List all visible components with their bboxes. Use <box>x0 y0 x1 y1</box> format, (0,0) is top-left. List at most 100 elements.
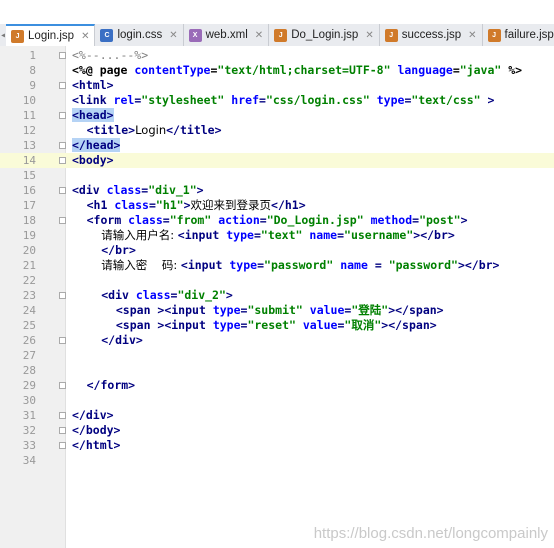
tab-login-css[interactable]: Clogin.css ✕ <box>95 24 184 46</box>
code-token: = <box>259 213 267 227</box>
code-token: = <box>452 63 460 77</box>
code-line-10[interactable]: 10 <link rel="stylesheet" href="css/login… <box>0 93 554 108</box>
code-token: <input <box>180 258 230 272</box>
code-line-34[interactable]: 34 <box>0 453 554 468</box>
line-number: 22 <box>22 274 36 287</box>
line-number: 27 <box>22 349 36 362</box>
code-token: "Do_Login.jsp" <box>266 213 364 227</box>
fold-marker-icon[interactable] <box>58 408 66 423</box>
fold-marker-icon[interactable] <box>58 423 66 438</box>
code-line-30[interactable]: 30 <box>0 393 554 408</box>
fold-marker-icon[interactable] <box>58 78 66 93</box>
code-text: <span ><input type="submit" value="登陆"><… <box>72 303 444 318</box>
tab-success-jsp[interactable]: Jsuccess.jsp ✕ <box>379 24 483 46</box>
code-line-22[interactable]: 22 <box>0 273 554 288</box>
code-line-8[interactable]: 8 <%@ page contentType = "text/html;charset… <box>0 63 554 78</box>
code-token: "css/login.css" <box>265 93 370 107</box>
code-line-14[interactable]: 14 <body> <box>0 153 554 168</box>
code-token: "java" <box>459 63 502 77</box>
code-line-16[interactable]: 16 <div class="div_1"> <box>0 183 554 198</box>
code-token: "取消" <box>344 318 382 332</box>
line-number: 9 <box>29 79 36 92</box>
line-number: 10 <box>22 94 36 107</box>
line-number: 25 <box>22 319 36 332</box>
code-token: 请输入用户名: <box>72 228 178 242</box>
code-line-24[interactable]: 24 <span ><input type="submit" value="登陆… <box>0 303 554 318</box>
code-line-13[interactable]: 13 </head> <box>0 138 554 153</box>
code-line-28[interactable]: 28 <box>0 363 554 378</box>
fold-marker-icon[interactable] <box>58 288 66 303</box>
code-line-27[interactable]: 27 <box>0 348 554 363</box>
code-line-31[interactable]: 31 </div> <box>0 408 554 423</box>
code-token: = <box>162 213 170 227</box>
code-token: "submit" <box>247 303 303 317</box>
code-line-32[interactable]: 32 </body> <box>0 423 554 438</box>
fold-marker-icon[interactable] <box>58 183 66 198</box>
code-text: </html> <box>72 438 120 453</box>
code-token: = <box>257 258 265 272</box>
code-line-33[interactable]: 33 </html> <box>0 438 554 453</box>
close-tab-icon[interactable]: ✕ <box>365 30 373 41</box>
code-line-19[interactable]: 19 请输入用户名: <input type="text" name="user… <box>0 228 554 243</box>
code-line-18[interactable]: 18 <form class="from" action="Do_Login.j… <box>0 213 554 228</box>
line-number: 31 <box>22 409 36 422</box>
code-token: </div> <box>72 408 114 422</box>
close-tab-icon[interactable]: ✕ <box>169 30 177 41</box>
fold-marker-icon[interactable] <box>58 48 66 63</box>
fold-marker-icon[interactable] <box>58 333 66 348</box>
line-number: 33 <box>22 439 36 452</box>
fold-marker-icon[interactable] <box>58 438 66 453</box>
code-token: <%@ page <box>72 63 135 77</box>
code-token: <form <box>86 213 129 227</box>
code-line-23[interactable]: 23 <div class="div_2"> <box>0 288 554 303</box>
code-text: <title>Login</title> <box>72 123 222 138</box>
tab-web-xml[interactable]: Xweb.xml ✕ <box>183 24 270 46</box>
code-line-29[interactable]: 29 </form> <box>0 378 554 393</box>
fold-marker-icon[interactable] <box>58 378 66 393</box>
line-number: 1 <box>29 49 36 62</box>
line-number: 18 <box>22 214 36 227</box>
code-line-20[interactable]: 20 </br> <box>0 243 554 258</box>
code-line-25[interactable]: 25 <span ><input type="reset" value="取消"… <box>0 318 554 333</box>
tab-label: Do_Login.jsp <box>291 29 359 41</box>
code-token: ></span> <box>381 318 437 332</box>
code-token: value <box>302 318 338 332</box>
code-line-17[interactable]: 17 <h1 class="h1">欢迎来到登录页</h1> <box>0 198 554 213</box>
line-number: 16 <box>22 184 36 197</box>
tab-failure-jsp[interactable]: Jfailure.jsp✕ <box>482 24 554 46</box>
code-line-11[interactable]: 11 <head> <box>0 108 554 123</box>
code-token: = <box>337 228 345 242</box>
fold-marker-icon[interactable] <box>58 108 66 123</box>
fold-marker-icon[interactable] <box>58 213 66 228</box>
fold-marker-icon[interactable] <box>58 138 66 153</box>
code-text: </br> <box>72 243 136 258</box>
code-line-9[interactable]: 9 <html> <box>0 78 554 93</box>
code-token: name <box>340 258 368 272</box>
code-line-1[interactable]: 1 <%--...--%> <box>0 48 554 63</box>
code-line-12[interactable]: 12 <title>Login</title> <box>0 123 554 138</box>
code-line-26[interactable]: 26 </div> <box>0 333 554 348</box>
jsp-file-icon: J <box>11 29 25 43</box>
code-line-21[interactable]: 21 请输入密 码: <input type="password" name =… <box>0 258 554 273</box>
tab-login-jsp[interactable]: J Login.jsp ✕ <box>6 24 96 46</box>
code-token: type <box>229 258 258 272</box>
close-tab-icon[interactable]: ✕ <box>81 31 89 42</box>
close-tab-icon[interactable]: ✕ <box>468 30 476 41</box>
close-tab-icon[interactable]: ✕ <box>255 30 263 41</box>
jsp-file-icon: J <box>384 28 398 42</box>
watermark: https://blog.csdn.net/longcompainly <box>313 525 548 542</box>
tab-do-login-jsp[interactable]: J Do_Login.jsp ✕ <box>269 24 380 46</box>
code-token: <span ><input <box>115 303 213 317</box>
fold-marker-icon[interactable] <box>58 153 66 168</box>
code-editor[interactable]: 1 <%--...--%> 8 <%@ page contentType = "text/… <box>0 46 554 548</box>
code-text: </body> <box>72 423 120 438</box>
code-line-15[interactable]: 15 <box>0 168 554 183</box>
line-number: 11 <box>22 109 36 122</box>
code-text: <form class="from" action="Do_Login.jsp"… <box>72 213 468 228</box>
code-token: </body> <box>72 423 121 437</box>
code-token: "stylesheet" <box>141 93 225 107</box>
line-number: 32 <box>22 424 36 437</box>
